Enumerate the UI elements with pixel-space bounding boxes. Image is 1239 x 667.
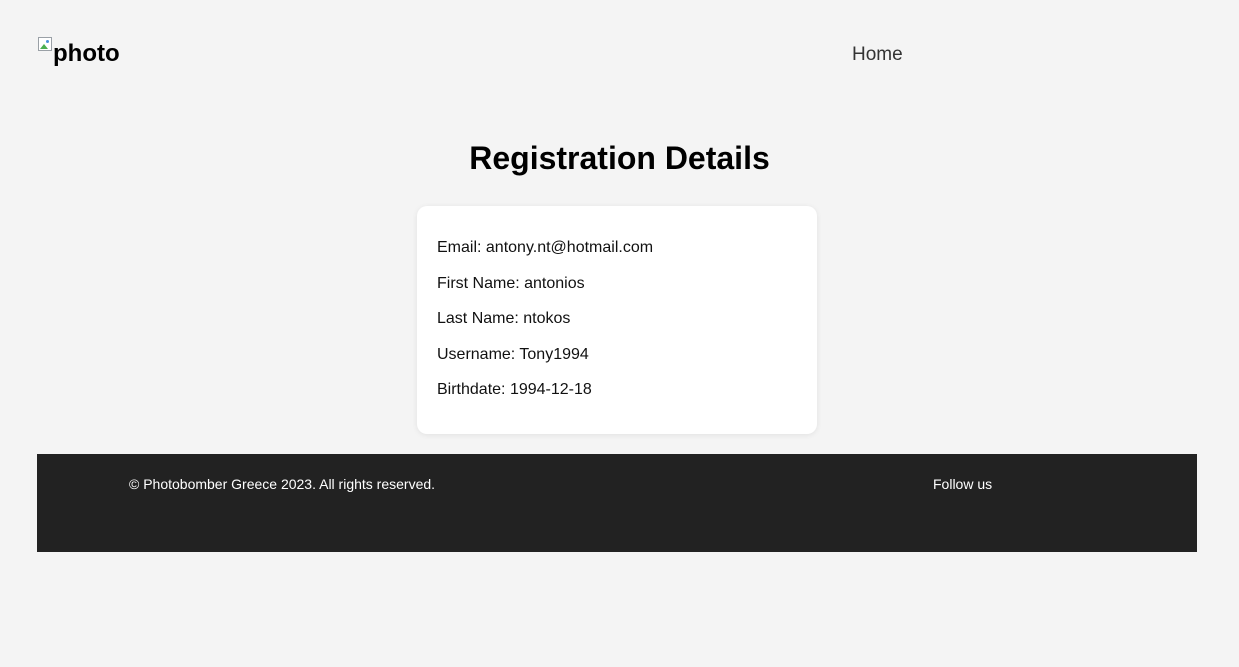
- copyright-text: © Photobomber Greece 2023. All rights re…: [129, 476, 436, 492]
- page-title: Registration Details: [469, 140, 770, 176]
- detail-value: Tony1994: [519, 345, 589, 363]
- detail-last-name: Last Name: ntokos: [437, 309, 797, 345]
- details-card: Email: antony.nt@hotmail.com First Name:…: [417, 206, 817, 434]
- detail-value: ntokos: [523, 310, 571, 327]
- detail-label: Email:: [437, 239, 482, 256]
- site-header: photo Home: [37, 36, 1197, 76]
- detail-value: 1994-12-18: [509, 381, 592, 398]
- detail-label: Birthdate:: [437, 381, 506, 398]
- detail-username: Username: Tony1994: [437, 345, 797, 381]
- detail-email: Email: antony.nt@hotmail.com: [437, 238, 797, 274]
- page: photo Home Registration Details Email: a…: [0, 0, 1239, 667]
- nav-home-link[interactable]: Home: [852, 44, 903, 66]
- logo[interactable]: photo: [37, 36, 120, 66]
- follow-us-text: Follow us: [933, 476, 993, 492]
- logo-alt-text: photo: [53, 40, 120, 67]
- detail-birthdate: Birthdate: 1994-12-18: [437, 380, 797, 416]
- detail-label: Username:: [437, 345, 516, 363]
- broken-image-icon: [37, 36, 53, 52]
- detail-value: antonios: [524, 274, 585, 292]
- detail-label: Last Name:: [437, 310, 519, 327]
- detail-first-name: First Name: antonios: [437, 274, 797, 310]
- detail-value: antony.nt@hotmail.com: [485, 239, 654, 256]
- detail-label: First Name:: [437, 274, 520, 292]
- site-footer: © Photobomber Greece 2023. All rights re…: [37, 454, 1197, 552]
